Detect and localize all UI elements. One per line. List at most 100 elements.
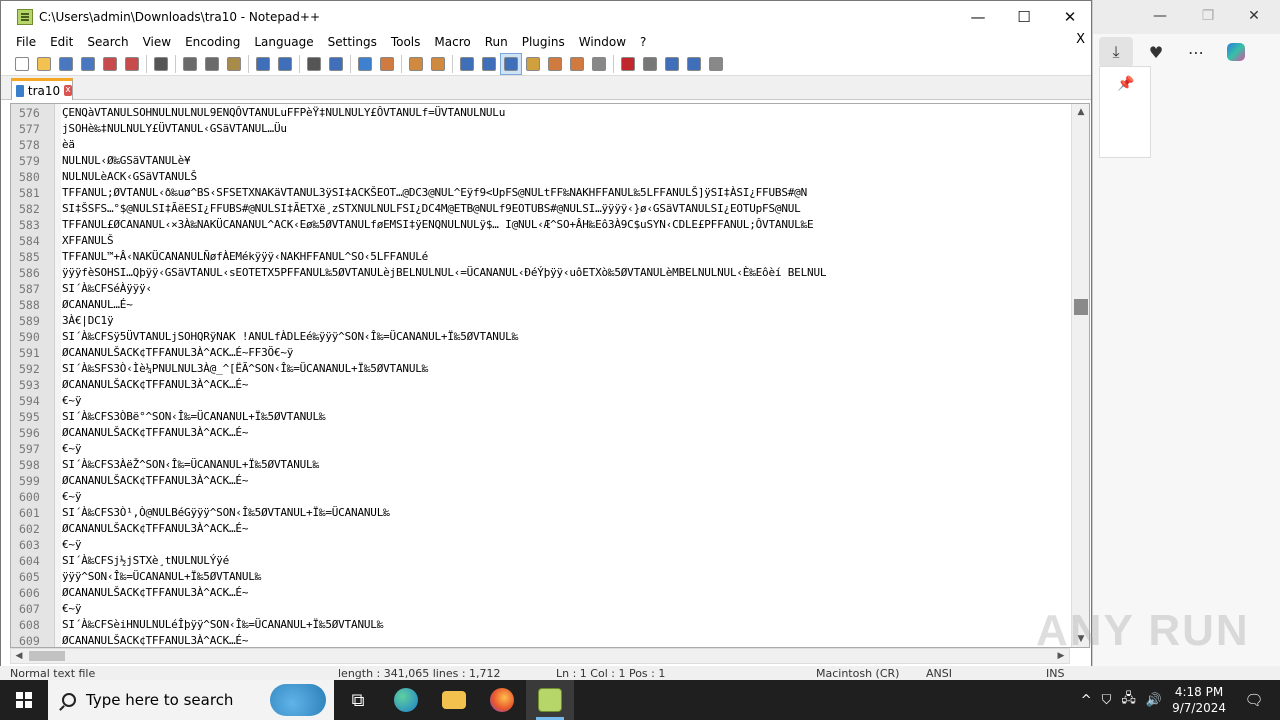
copy-button[interactable] — [201, 53, 223, 75]
editor-line[interactable]: 607 €~ÿ — [11, 601, 1071, 617]
save-all-button[interactable] — [77, 53, 99, 75]
taskbar-file-explorer[interactable] — [430, 680, 478, 720]
editor-line[interactable]: 585 TFFANUL™+Â‹NAKÜCANANULÑøfÀEMékÿÿÿ‹NAK… — [11, 249, 1071, 265]
menu-macro[interactable]: Macro — [427, 32, 477, 52]
tray-chevron-icon[interactable]: ^ — [1081, 693, 1092, 708]
editor-line[interactable]: 595 SI´À‰CFS3ÒBë°^SON‹Î‰=ÜCANANUL+Ï‰5ØVTA… — [11, 409, 1071, 425]
close-document-button[interactable]: X — [1076, 32, 1085, 47]
volume-icon[interactable]: 🔊 — [1146, 693, 1162, 708]
editor-line[interactable]: 604 SI´À‰CFSj½jSTXè¸tNULNULÝÿé — [11, 553, 1071, 569]
menu-window[interactable]: Window — [572, 32, 633, 52]
taskbar-edge[interactable] — [382, 680, 430, 720]
menu-language[interactable]: Language — [247, 32, 320, 52]
play-macro-button[interactable] — [661, 53, 683, 75]
browser-minimize-button[interactable]: — — [1137, 0, 1183, 32]
monitor-button[interactable] — [588, 53, 610, 75]
replace-button[interactable] — [325, 53, 347, 75]
menu-file[interactable]: File — [9, 32, 43, 52]
editor-line[interactable]: 606 ØCANANULŠACK¢TFFANUL3À^ACK…É~ — [11, 585, 1071, 601]
defender-icon[interactable]: ⛉ — [1102, 693, 1112, 708]
cut-button[interactable] — [179, 53, 201, 75]
editor-line[interactable]: 589 3À€|DC1ÿ — [11, 313, 1071, 329]
stop-macro-button[interactable] — [639, 53, 661, 75]
run-multiple-macro-button[interactable] — [683, 53, 705, 75]
editor-line[interactable]: 596 ØCANANULŠACK¢TFFANUL3À^ACK…É~ — [11, 425, 1071, 441]
sync-h-button[interactable] — [427, 53, 449, 75]
undo-button[interactable] — [252, 53, 274, 75]
doc-map-button[interactable] — [522, 53, 544, 75]
menu-view[interactable]: View — [136, 32, 178, 52]
editor-line[interactable]: 590 SI´À‰CFSÿ5ÜVTANULjSOHQRÿNAK !ANULfÀDL… — [11, 329, 1071, 345]
editor-line[interactable]: 583 TFFANUL£ØCANANUL‹×3À‰NAKÜCANANUL^ACK‹… — [11, 217, 1071, 233]
editor-line[interactable]: 582 SI‡ŠSFS…°$@NULSI‡ÃëESI¿FFUBS#@NULSI‡Ã… — [11, 201, 1071, 217]
zoom-out-button[interactable] — [376, 53, 398, 75]
editor-line[interactable]: 605 ÿÿÿ^SON‹Î‰=ÜCANANUL+Ï‰5ØVTANUL‰ — [11, 569, 1071, 585]
editor-line[interactable]: 584 XFFANULŠ — [11, 233, 1071, 249]
save-button[interactable] — [55, 53, 77, 75]
save-macro-button[interactable] — [705, 53, 727, 75]
menu-search[interactable]: Search — [80, 32, 135, 52]
browser-close-button[interactable]: ✕ — [1231, 0, 1277, 32]
function-list-button[interactable] — [544, 53, 566, 75]
scroll-up-icon[interactable]: ▲ — [1072, 104, 1089, 120]
close-button[interactable]: ✕ — [1047, 1, 1093, 32]
editor-line[interactable]: 581 TFFANUL;ØVTANUL‹ð‰uø^BS‹SFSETXNAKäVTA… — [11, 185, 1071, 201]
editor-line[interactable]: 593 ØCANANULŠACK¢TFFANUL3À^ACK…É~ — [11, 377, 1071, 393]
redo-button[interactable] — [274, 53, 296, 75]
print-button[interactable] — [150, 53, 172, 75]
record-macro-button[interactable] — [617, 53, 639, 75]
notification-icon[interactable]: 🗨 — [1236, 691, 1272, 709]
editor-line[interactable]: 588 ØCANANUL…É~ — [11, 297, 1071, 313]
folder-workspace-button[interactable] — [566, 53, 588, 75]
editor-line[interactable]: 598 SI´À‰CFS3ÀëŽ^SON‹Î‰=ÜCANANUL+Ï‰5ØVTAN… — [11, 457, 1071, 473]
scroll-left-icon[interactable]: ◀ — [11, 649, 27, 663]
indent-guide-button[interactable] — [500, 52, 522, 75]
taskbar-firefox[interactable] — [478, 680, 526, 720]
editor-line[interactable]: 578 èä — [11, 137, 1071, 153]
editor-line[interactable]: 608 SI´À‰CFSèiHNULNULéÎþÿÿ^SON‹Î‰=ÜCANANU… — [11, 617, 1071, 633]
taskbar-search-box[interactable]: Type here to search — [48, 680, 334, 720]
menu-settings[interactable]: Settings — [321, 32, 384, 52]
find-button[interactable] — [303, 53, 325, 75]
editor-line[interactable]: 599 ØCANANULŠACK¢TFFANUL3À^ACK…É~ — [11, 473, 1071, 489]
open-file-button[interactable] — [33, 53, 55, 75]
editor-line[interactable]: 603 €~ÿ — [11, 537, 1071, 553]
menu-edit[interactable]: Edit — [43, 32, 80, 52]
editor-line[interactable]: 597 €~ÿ — [11, 441, 1071, 457]
task-view-button[interactable]: ⧉ — [334, 680, 382, 720]
maximize-button[interactable]: ☐ — [1001, 1, 1047, 32]
editor-line[interactable]: 609 ØCANANULŠACK¢TFFANUL3À^ACK…É~ — [11, 633, 1071, 647]
menu-tools[interactable]: Tools — [384, 32, 428, 52]
editor-line[interactable]: 602 ØCANANULŠACK¢TFFANUL3À^ACK…É~ — [11, 521, 1071, 537]
wrap-button[interactable] — [456, 53, 478, 75]
all-chars-button[interactable] — [478, 53, 500, 75]
tab-close-icon[interactable]: x — [64, 85, 72, 96]
browser-essentials-icon[interactable]: ♥ — [1139, 37, 1173, 67]
taskbar-notepadpp[interactable] — [526, 680, 574, 720]
menu-run[interactable]: Run — [478, 32, 515, 52]
editor-line[interactable]: 600 €~ÿ — [11, 489, 1071, 505]
copilot-icon[interactable] — [1219, 37, 1253, 67]
tab-tra10[interactable]: tra10 x — [11, 78, 73, 100]
downloads-icon[interactable]: ⤓ — [1099, 37, 1133, 67]
clock[interactable]: 4:18 PM 9/7/2024 — [1172, 684, 1226, 716]
pin-icon[interactable]: 📌 — [1109, 69, 1143, 99]
editor-line[interactable]: 580 NULNULèACK‹GSäVTANULŠ — [11, 169, 1071, 185]
minimize-button[interactable]: — — [955, 1, 1001, 32]
horizontal-scroll-thumb[interactable] — [29, 651, 65, 661]
vertical-scrollbar[interactable]: ▲ ▼ — [1071, 104, 1089, 647]
network-icon[interactable]: 🖧 — [1121, 689, 1136, 711]
close-all-button[interactable] — [121, 53, 143, 75]
editor-line[interactable]: 586 ÿÿÿfèSOHSI…Qþÿÿ‹GSäVTANUL‹sEOTETX5PFF… — [11, 265, 1071, 281]
editor-line[interactable]: 577 jSOHè‰‡NULNULY£ÜVTANUL‹GSäVTANUL…Üu — [11, 121, 1071, 137]
editor-line[interactable]: 579 NULNUL‹Ø‰GSäVTANULè¥ — [11, 153, 1071, 169]
editor-area[interactable]: 576 ÇENQàVTANULSOHNULNULNUL9ENQÔVTANULuFF… — [10, 103, 1090, 648]
editor-line[interactable]: 594 €~ÿ — [11, 393, 1071, 409]
editor-line[interactable]: 601 SI´À‰CFS3Ò¹,Ò@NULBéGÿÿÿ^SON‹Î‰5ØVTANU… — [11, 505, 1071, 521]
start-button[interactable] — [0, 680, 48, 720]
paste-button[interactable] — [223, 53, 245, 75]
editor-line[interactable]: 587 SI´À‰CFSéÀÿÿÿ‹ — [11, 281, 1071, 297]
menu-plugins[interactable]: Plugins — [515, 32, 572, 52]
editor-line[interactable]: 591 ØCANANULŠACK¢TFFANUL3À^ACK…É~FF3Ö€~ÿ — [11, 345, 1071, 361]
zoom-in-button[interactable] — [354, 53, 376, 75]
